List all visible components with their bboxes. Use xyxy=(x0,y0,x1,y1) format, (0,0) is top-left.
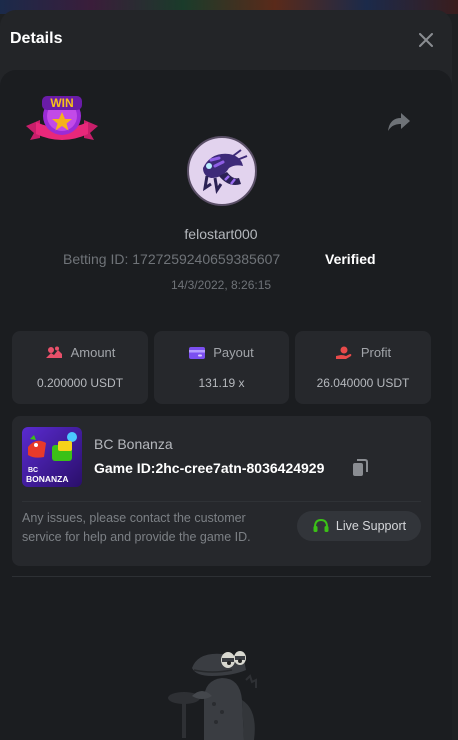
verified-badge: Verified xyxy=(325,251,376,267)
avatar-creature-icon xyxy=(192,141,252,201)
payout-label: Payout xyxy=(213,345,254,360)
amount-label: Amount xyxy=(70,345,116,360)
live-support-label: Live Support xyxy=(335,519,407,533)
game-card: BC BONANZA BC Bonanza Game ID:2hc-cree7a… xyxy=(12,416,431,566)
section-divider xyxy=(12,576,431,577)
details-modal: Details WIN felostart000 Betting ID: 172… xyxy=(0,10,452,740)
bet-datetime: 14/3/2022, 8:26:15 xyxy=(170,278,272,292)
game-id-label: Game ID: xyxy=(94,460,156,476)
game-id: Game ID:2hc-cree7atn-8036424929 xyxy=(94,460,324,476)
support-text: Any issues, please contact the customer … xyxy=(22,511,251,544)
game-id-value: 2hc-cree7atn-8036424929 xyxy=(155,460,325,476)
crocodile-mascot-icon xyxy=(168,651,257,740)
game-thumbnail-art: BC BONANZA xyxy=(22,427,82,487)
live-support-button[interactable]: Live Support xyxy=(297,511,421,541)
close-icon xyxy=(419,33,433,47)
coins-icon xyxy=(45,346,62,358)
win-badge-text: WIN xyxy=(50,96,73,110)
win-badge-icon: WIN xyxy=(26,96,98,140)
modal-header: Details xyxy=(0,10,452,72)
amount-card: Amount 0.200000 USDT xyxy=(12,331,148,404)
thumb-text-2: BONANZA xyxy=(26,474,69,484)
game-thumbnail[interactable]: BC BONANZA xyxy=(22,427,82,487)
betting-id: Betting ID: 1727259240659385607 xyxy=(63,251,280,267)
avatar xyxy=(187,136,257,206)
details-content: WIN felostart000 Betting ID: 17272592406… xyxy=(0,70,452,740)
game-name[interactable]: BC Bonanza xyxy=(94,436,173,452)
thumb-text-1: BC xyxy=(28,467,38,474)
betting-id-label: Betting ID: xyxy=(63,251,129,267)
payout-value: 131.19 x xyxy=(198,376,245,390)
share-icon[interactable] xyxy=(386,110,412,134)
profit-hand-icon xyxy=(335,346,352,359)
close-button[interactable] xyxy=(414,30,438,50)
betting-id-value: 1727259240659385607 xyxy=(132,251,281,267)
modal-title: Details xyxy=(10,30,63,47)
payout-card: Payout 131.19 x xyxy=(154,331,289,404)
headset-icon xyxy=(313,518,329,532)
card-divider xyxy=(22,501,421,502)
profit-label: Profit xyxy=(360,345,392,360)
profit-card: Profit 26.040000 USDT xyxy=(295,331,431,404)
copy-icon[interactable] xyxy=(352,459,368,477)
amount-value: 0.200000 USDT xyxy=(36,376,124,390)
username: felostart000 xyxy=(184,226,258,242)
profit-value: 26.040000 USDT xyxy=(316,376,410,390)
wallet-icon xyxy=(189,346,206,359)
